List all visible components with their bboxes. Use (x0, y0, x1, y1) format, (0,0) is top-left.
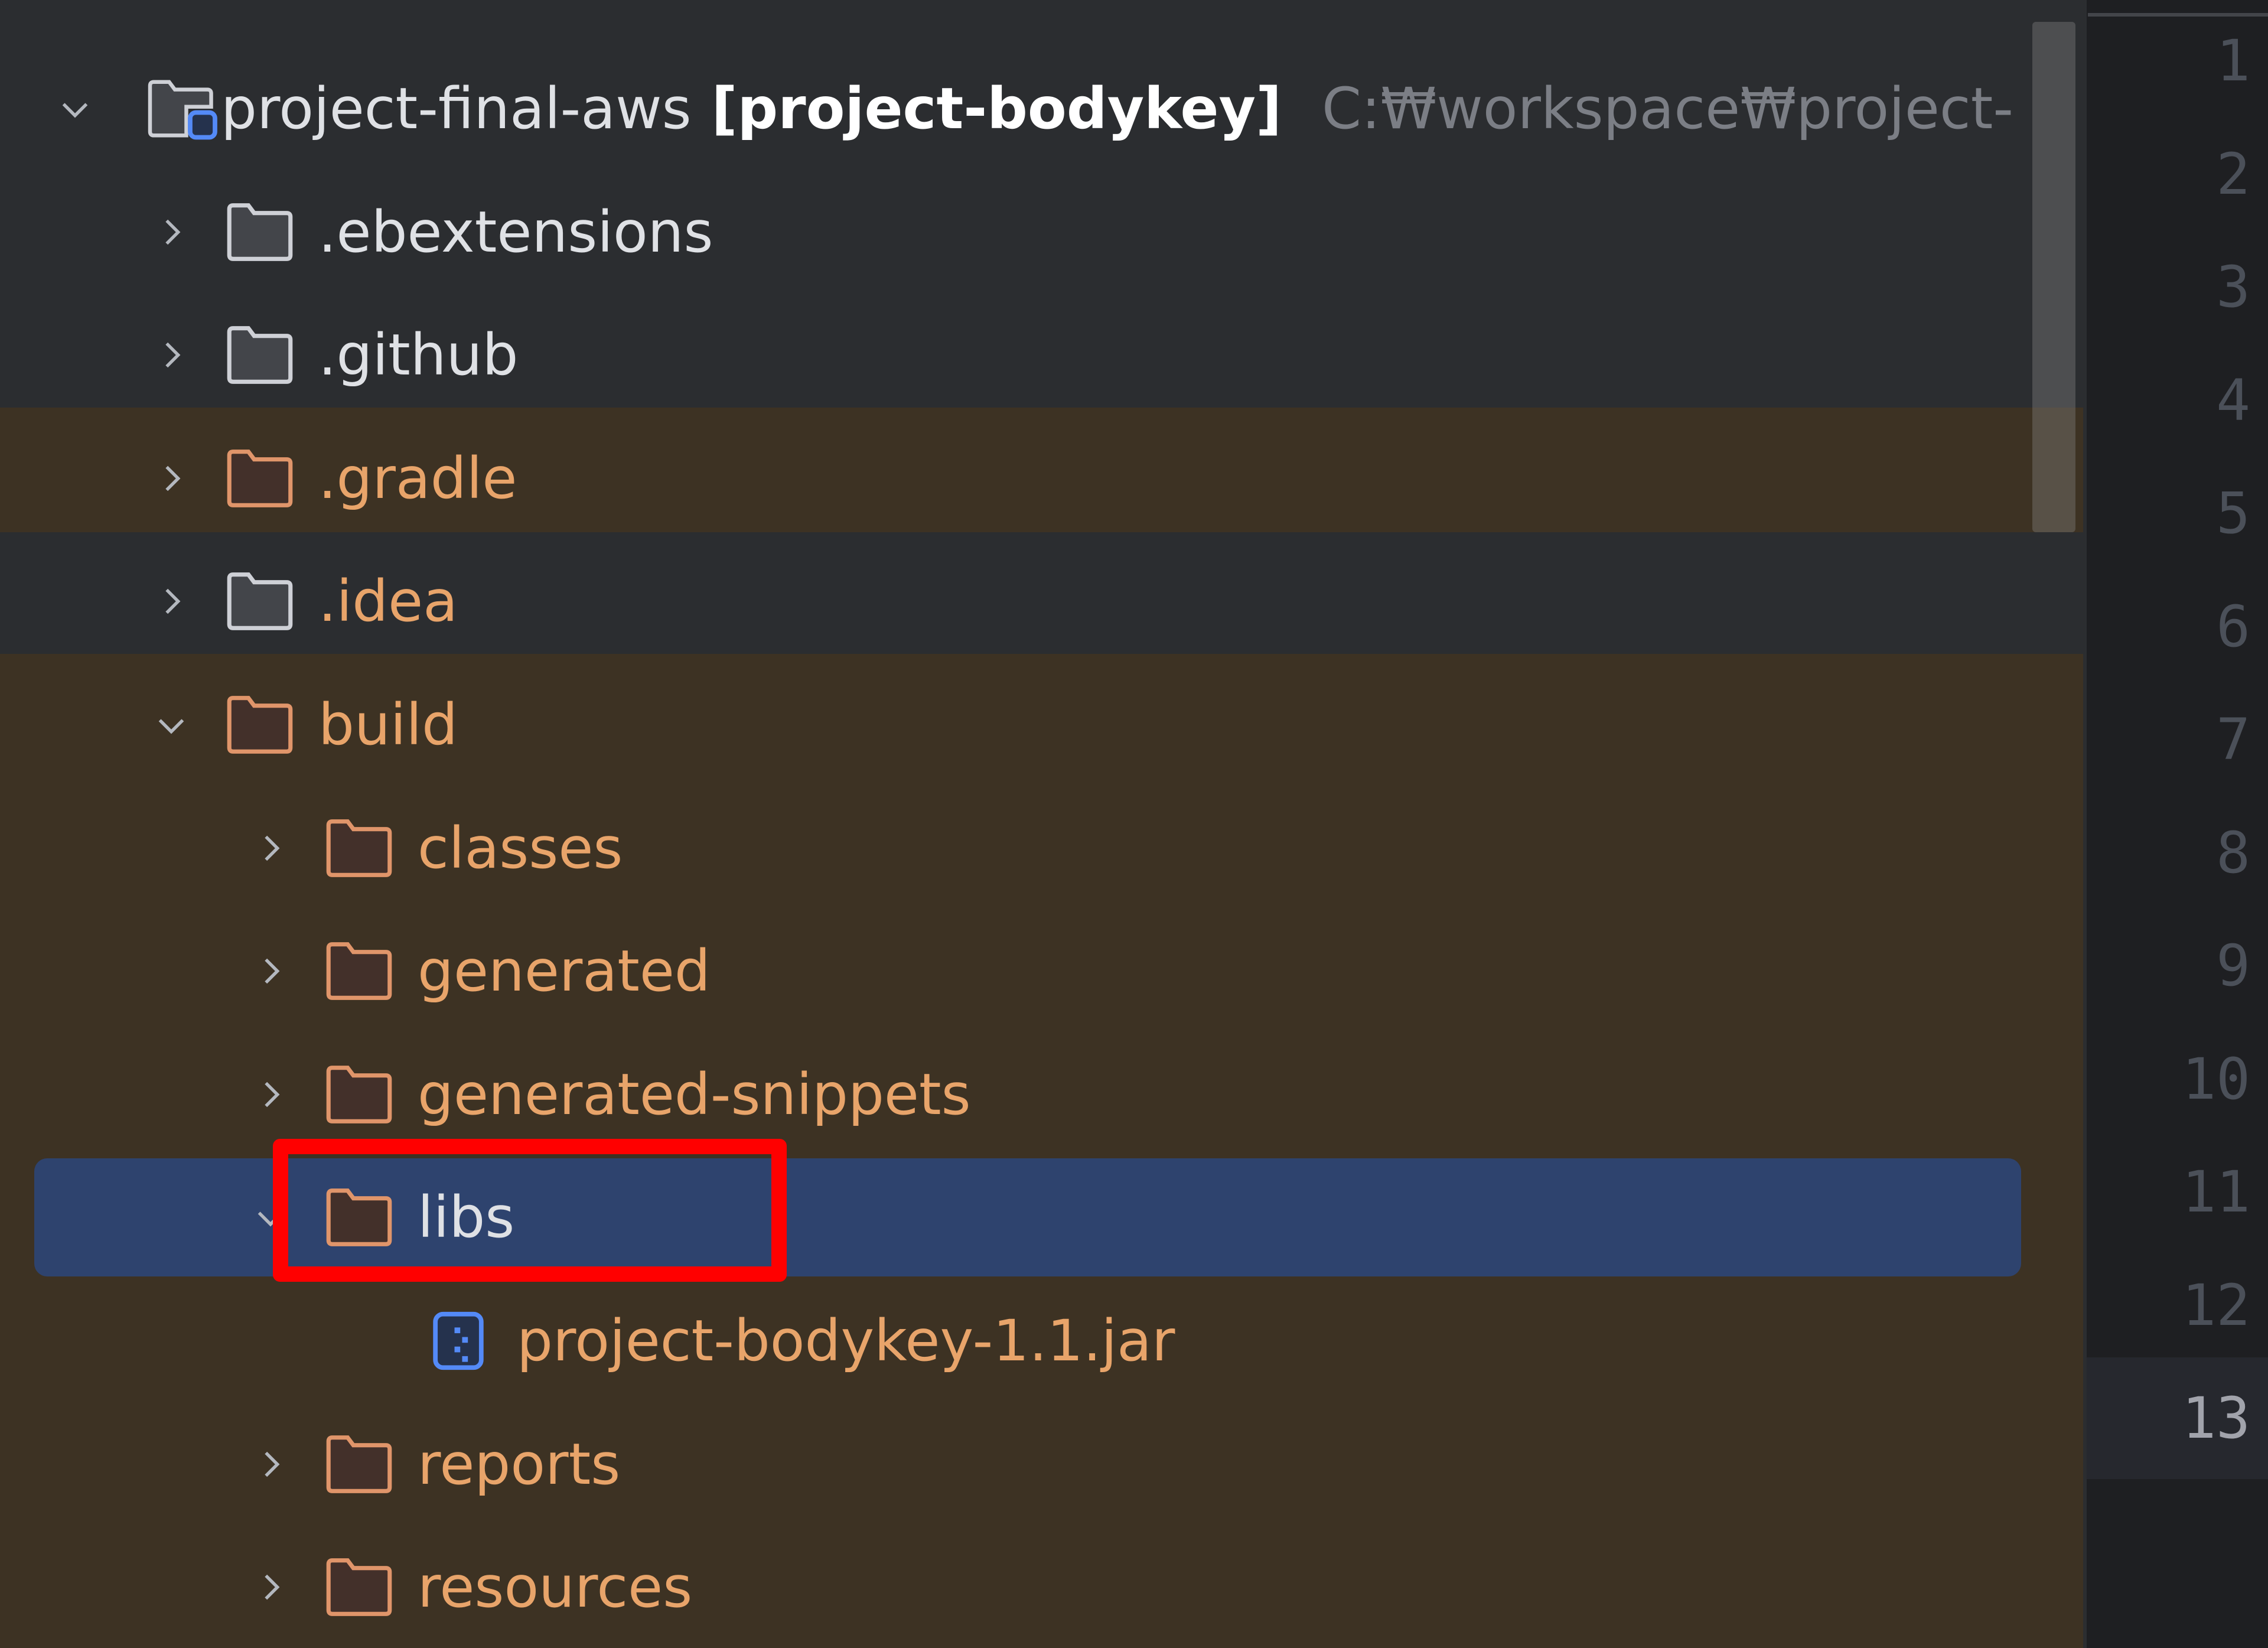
tree-item-label: .gradle (318, 445, 517, 512)
tree-item-folder[interactable]: reports (0, 1403, 2083, 1526)
tree-item-folder[interactable]: resources (0, 1526, 2083, 1648)
tree-item-folder[interactable]: generated-snippets (0, 1033, 2083, 1156)
module-folder-icon (148, 80, 217, 140)
tree-item-label: generated (418, 938, 711, 1005)
jar-archive-icon (433, 1311, 484, 1370)
tree-item-folder[interactable]: .idea (0, 540, 2083, 663)
chevron-right-icon[interactable] (151, 334, 192, 376)
line-number[interactable]: 8 (2085, 825, 2250, 881)
folder-icon (227, 203, 293, 261)
line-number[interactable]: 3 (2085, 259, 2250, 315)
chevron-right-icon[interactable] (250, 1074, 291, 1115)
chevron-right-icon[interactable] (151, 211, 192, 253)
annotation-highlight-box (273, 1139, 787, 1282)
folder-icon (227, 326, 293, 385)
folder-icon (326, 1435, 392, 1493)
tree-item-label: reports (418, 1431, 621, 1497)
line-number[interactable]: 4 (2085, 372, 2250, 429)
folder-icon (326, 1065, 392, 1123)
tree-item-folder[interactable]: build (0, 663, 2083, 786)
tree-item-label: classes (418, 815, 623, 881)
tree-item-label: project-bodykey-1.1.jar (517, 1308, 1175, 1374)
project-path: C:₩workspace₩project- (1321, 76, 2013, 142)
line-number[interactable]: 2 (2085, 146, 2250, 203)
chevron-right-icon[interactable] (250, 1566, 291, 1608)
tree-item-folder[interactable]: classes (0, 787, 2083, 910)
tree-item-label: generated-snippets (418, 1061, 971, 1128)
chevron-right-icon[interactable] (151, 458, 192, 499)
tree-item-label: resources (418, 1554, 693, 1621)
tree-item-folder[interactable]: .ebextensions (0, 171, 2083, 294)
line-number[interactable]: 12 (2085, 1277, 2250, 1334)
editor-top-border (2088, 13, 2268, 17)
folder-icon (326, 819, 392, 877)
tree-item-label: .idea (318, 568, 458, 635)
line-number[interactable]: 5 (2085, 485, 2250, 542)
ide-window: project-final-aws [project-bodykey] C:₩w… (0, 0, 2268, 1648)
tree-scrollbar-thumb[interactable] (2032, 22, 2075, 532)
chevron-right-icon[interactable] (250, 1444, 291, 1485)
chevron-right-icon[interactable] (250, 828, 291, 869)
line-number[interactable]: 10 (2085, 1051, 2250, 1108)
folder-icon (227, 572, 293, 631)
line-number[interactable]: 1 (2085, 32, 2250, 89)
line-number[interactable]: 11 (2085, 1164, 2250, 1220)
chevron-down-icon[interactable] (54, 88, 96, 129)
tree-item-file[interactable]: project-bodykey-1.1.jar (0, 1279, 2083, 1402)
chevron-placeholder (349, 1320, 390, 1362)
tree-item-folder[interactable]: .gradle (0, 417, 2083, 540)
line-number[interactable]: 6 (2085, 598, 2250, 655)
chevron-right-icon[interactable] (151, 581, 192, 622)
line-number[interactable]: 13 (2085, 1390, 2250, 1447)
folder-icon (326, 1558, 392, 1617)
module-name: [project-bodykey] (711, 76, 1282, 142)
line-number[interactable]: 7 (2085, 711, 2250, 768)
folder-icon (326, 942, 392, 1001)
tree-item-folder[interactable]: .github (0, 294, 2083, 416)
tree-item-label: build (318, 692, 458, 758)
tree-item-label: .ebextensions (318, 198, 713, 265)
project-tree-panel: project-final-aws [project-bodykey] C:₩w… (0, 0, 2083, 1648)
line-number[interactable]: 9 (2085, 937, 2250, 994)
tree-item-folder[interactable]: generated (0, 910, 2083, 1033)
tree-root-project[interactable]: project-final-aws [project-bodykey] C:₩w… (0, 47, 2083, 170)
folder-icon (227, 696, 293, 754)
chevron-right-icon[interactable] (250, 950, 291, 992)
chevron-down-icon[interactable] (151, 704, 192, 745)
folder-icon (227, 449, 293, 507)
project-name: project-final-aws (221, 76, 692, 142)
tree-item-label: .github (318, 322, 519, 389)
